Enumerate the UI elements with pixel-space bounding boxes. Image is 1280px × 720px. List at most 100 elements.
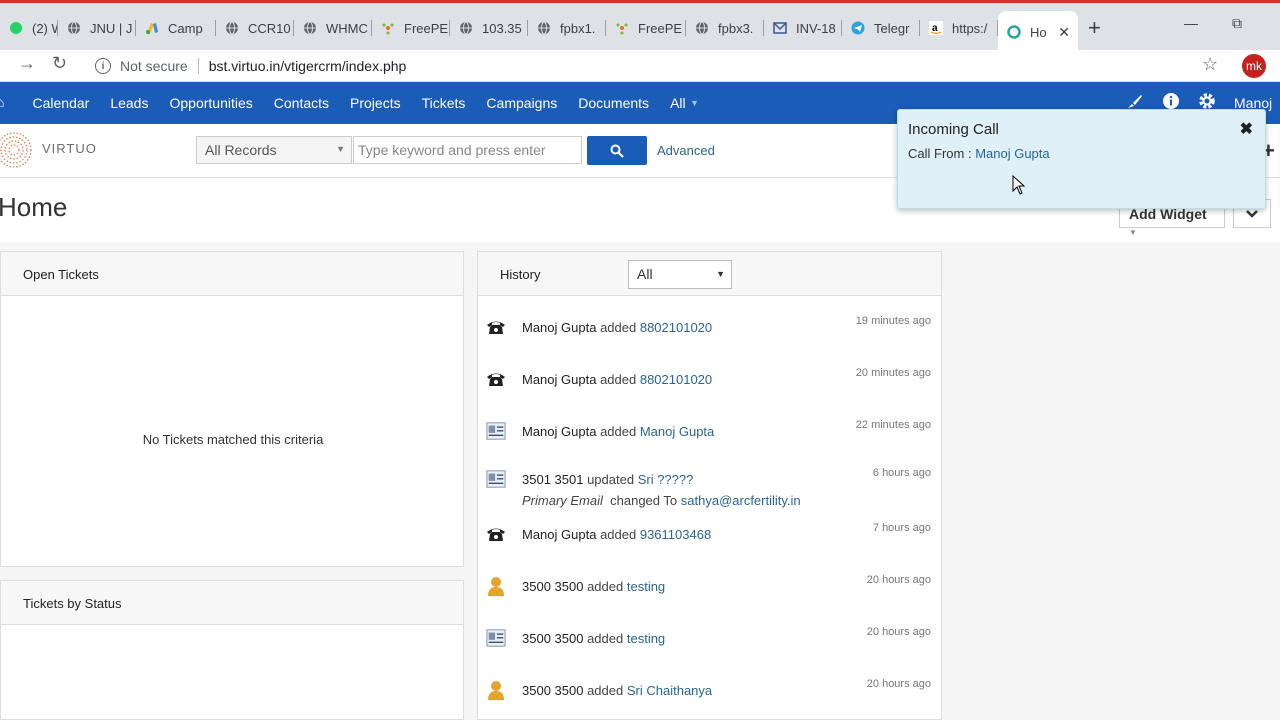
tab-title: Ho	[1030, 24, 1047, 40]
history-action: added	[587, 579, 624, 594]
history-filter-select[interactable]: All ▼	[628, 260, 732, 289]
browser-tab[interactable]: a https:/	[920, 11, 998, 45]
bookmark-star-icon[interactable]: ☆	[1202, 54, 1218, 75]
nav-item-leads[interactable]: Leads	[100, 95, 159, 111]
nav-item-tickets[interactable]: Tickets	[411, 95, 476, 111]
history-actor: 3501 3501	[522, 472, 584, 487]
history-time: 20 hours ago	[866, 626, 931, 638]
home-icon[interactable]: ⌂	[0, 94, 8, 110]
history-text: Manoj Gupta added 8802101020	[522, 372, 712, 387]
nav-item-calendar[interactable]: Calendar	[22, 95, 100, 111]
nav-item-opportunities[interactable]: Opportunities	[159, 95, 263, 111]
url-text[interactable]: bst.virtuo.in/vtigercrm/index.php	[209, 58, 407, 74]
history-target-link[interactable]: testing	[627, 579, 665, 594]
history-actor: 3500 3500	[522, 631, 584, 646]
globe-icon	[536, 20, 552, 36]
history-target-link[interactable]: 9361103468	[640, 527, 711, 542]
browser-tab[interactable]: CCR10	[216, 11, 294, 45]
browser-tab[interactable]: FreePE	[606, 11, 686, 45]
history-text: 3500 3500 added testing	[522, 631, 665, 646]
widget-title: History	[500, 267, 541, 282]
history-new-value[interactable]: sathya@arcfertility.in	[681, 493, 801, 508]
history-actor: Manoj Gupta	[522, 372, 597, 387]
search-scope-value: All Records	[205, 142, 277, 158]
widget-title: Open Tickets	[1, 252, 463, 296]
close-tab-icon[interactable]: ✕	[1052, 24, 1070, 41]
history-target-link[interactable]: Sri ?????	[638, 472, 694, 487]
history-actor: Manoj Gupta	[522, 320, 597, 335]
invoice-icon	[772, 20, 788, 36]
history-text: Manoj Gupta added 9361103468	[522, 527, 711, 542]
history-field: Primary Email	[522, 493, 603, 508]
history-time: 20 hours ago	[866, 574, 931, 586]
search-scope-select[interactable]: All Records ▼	[196, 136, 352, 164]
whatsapp-icon	[8, 20, 24, 36]
reload-button[interactable]: ↻	[52, 53, 67, 74]
chevron-down-icon	[1246, 209, 1258, 218]
empty-message: No Tickets matched this criteria	[142, 432, 324, 447]
tab-title: CCR10	[248, 20, 291, 36]
history-target-link[interactable]: 8802101020	[640, 372, 712, 387]
history-action: updated	[587, 472, 635, 487]
contact-card-icon	[486, 469, 506, 489]
tab-title: 103.35	[482, 20, 522, 36]
minimize-button[interactable]: —	[1184, 15, 1198, 31]
history-detail: Primary Email changed To sathya@arcferti…	[522, 493, 801, 508]
history-target-link[interactable]: testing	[627, 631, 665, 646]
caret-down-icon: ▼	[1129, 228, 1137, 237]
browser-tab[interactable]: 103.35	[450, 11, 528, 45]
forward-button[interactable]: →	[18, 53, 36, 74]
nav-item-documents[interactable]: Documents	[568, 95, 660, 111]
browser-tab[interactable]: INV-18	[764, 11, 842, 45]
history-time: 19 minutes ago	[855, 315, 931, 327]
search-input[interactable]	[353, 136, 582, 164]
history-target-link[interactable]: Sri Chaithanya	[627, 683, 712, 698]
restore-button[interactable]: ⧉	[1232, 15, 1242, 32]
tab-title: FreePE	[638, 20, 683, 36]
history-text: 3501 3501 updated Sri ?????	[522, 472, 693, 487]
browser-tab-strip: + — ⧉ (2) Wh JNU | J Camp CCR10 WHMC FreePE 10…	[0, 0, 1280, 53]
history-action: added	[587, 631, 624, 646]
history-text: 3500 3500 added testing	[522, 579, 665, 594]
globe-icon	[458, 20, 474, 36]
caller-link[interactable]: Manoj Gupta	[975, 146, 1049, 161]
browser-tab[interactable]: fpbx1.	[528, 11, 606, 45]
virtuo-logo	[0, 132, 32, 168]
nav-item-projects[interactable]: Projects	[340, 95, 412, 111]
tab-title: Camp	[168, 20, 203, 36]
close-icon[interactable]: ✖	[1240, 119, 1253, 139]
tab-title: WHMC	[326, 20, 368, 36]
browser-tab[interactable]: Telegr	[842, 11, 920, 45]
info-icon[interactable]: i	[95, 58, 111, 74]
vtiger-icon	[1006, 24, 1022, 40]
history-header: History All ▼	[478, 252, 941, 296]
browser-tab[interactable]: Camp	[136, 11, 216, 45]
tickets-by-status-widget: Tickets by Status	[0, 580, 464, 720]
history-time: 22 minutes ago	[855, 419, 931, 431]
browser-tab[interactable]: JNU | J	[58, 11, 136, 45]
new-tab-button[interactable]: +	[1088, 17, 1101, 39]
search-button[interactable]	[587, 136, 647, 165]
history-time: 20 minutes ago	[855, 367, 931, 379]
browser-tab[interactable]: Ho ✕	[998, 11, 1078, 53]
nav-item-campaigns[interactable]: Campaigns	[476, 95, 568, 111]
history-action: added	[600, 527, 637, 542]
omnibox-divider	[197, 58, 199, 74]
browser-tab[interactable]: fpbx3.	[686, 11, 764, 45]
tab-title: https:/	[952, 20, 988, 36]
browser-tab[interactable]: FreePE	[372, 11, 450, 45]
history-target-link[interactable]: 8802101020	[640, 320, 712, 335]
address-bar: → ↻ i Not secure bst.virtuo.in/vtigercrm…	[0, 50, 1280, 82]
phone-icon	[486, 317, 506, 337]
omnibox[interactable]: i Not secure bst.virtuo.in/vtigercrm/ind…	[86, 52, 1226, 80]
history-time: 20 hours ago	[866, 678, 931, 690]
caret-down-icon: ▼	[336, 144, 345, 154]
profile-avatar[interactable]: mk	[1242, 54, 1266, 78]
browser-tab[interactable]: (2) Wh	[0, 11, 58, 45]
crm-menu: Calendar Leads Opportunities Contacts Projec…	[22, 82, 700, 124]
history-target-link[interactable]: Manoj Gupta	[640, 424, 714, 439]
advanced-search-link[interactable]: Advanced	[657, 143, 715, 158]
history-filter-value: All	[637, 266, 653, 282]
nav-item-contacts[interactable]: Contacts	[263, 95, 339, 111]
browser-tab[interactable]: WHMC	[294, 11, 372, 45]
